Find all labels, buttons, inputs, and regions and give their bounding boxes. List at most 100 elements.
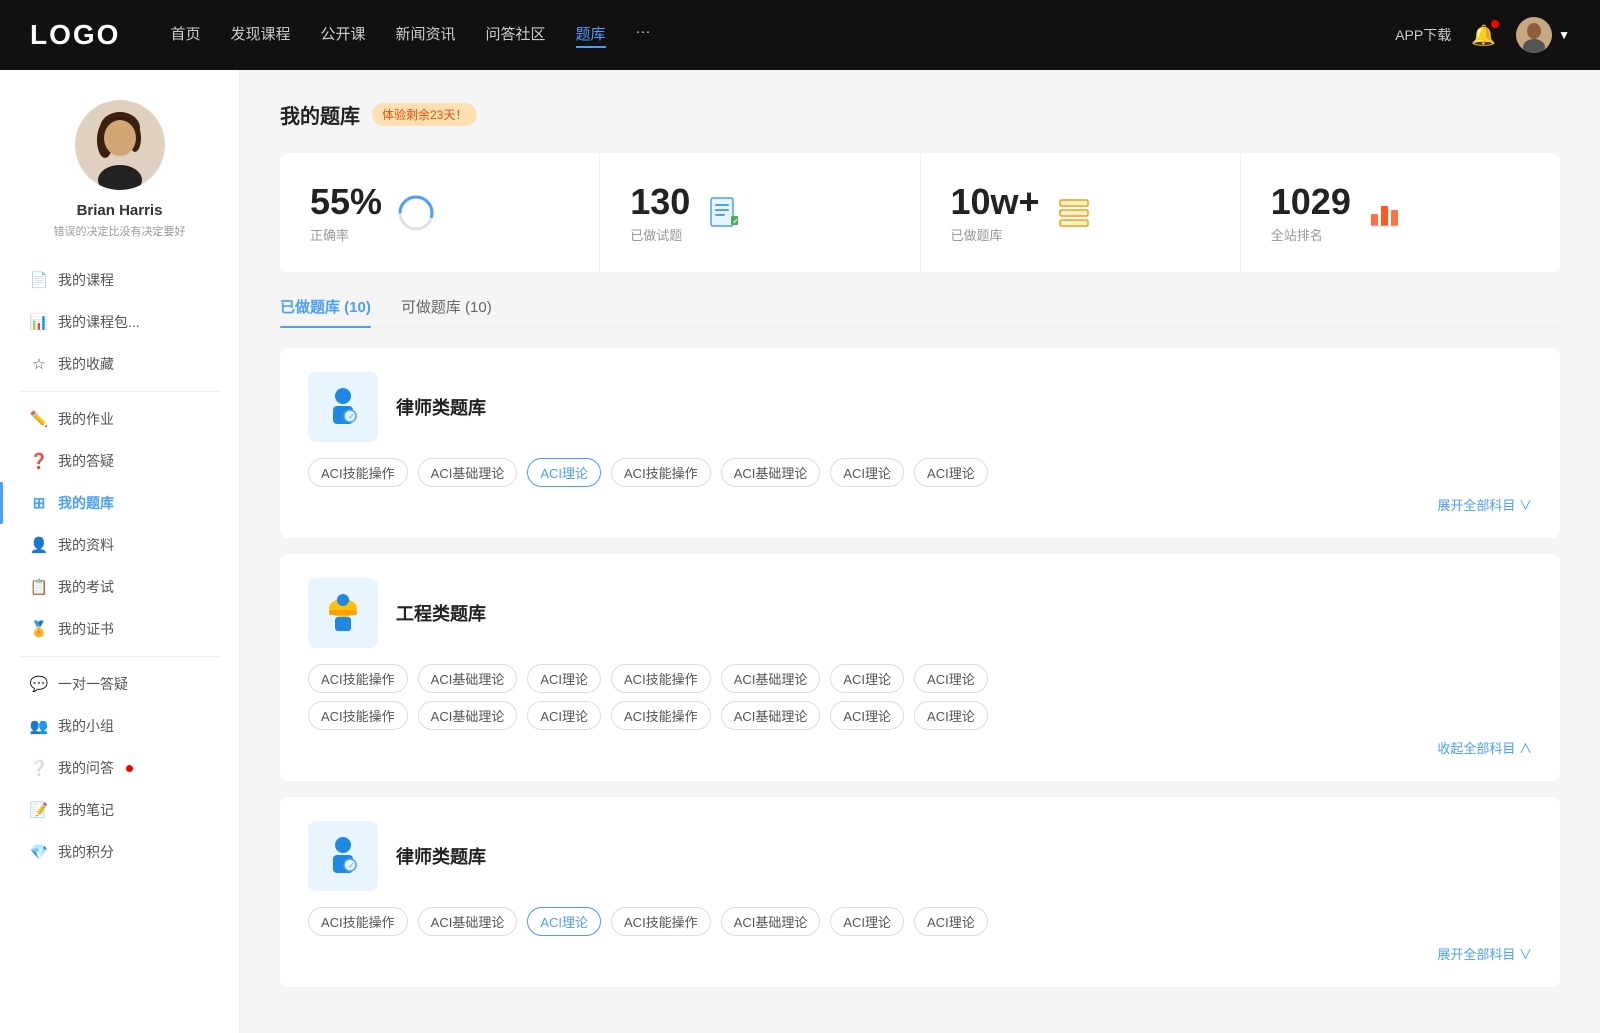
stat-accuracy: 55% 正确率 (280, 153, 600, 272)
tag-lawyer2-3[interactable]: ACI技能操作 (611, 907, 711, 936)
tag-eng2-4[interactable]: ACI基础理论 (721, 701, 821, 730)
nav-qa[interactable]: 问答社区 (486, 23, 546, 48)
tag-lawyer1-2[interactable]: ACI理论 (527, 458, 601, 487)
nav-discover[interactable]: 发现课程 (230, 23, 290, 48)
sidebar-item-points[interactable]: 💎 我的积分 (0, 831, 239, 873)
tag-eng1-1[interactable]: ACI基础理论 (418, 664, 518, 693)
tag-lawyer1-1[interactable]: ACI基础理论 (418, 458, 518, 487)
tag-lawyer1-3[interactable]: ACI技能操作 (611, 458, 711, 487)
tab-available[interactable]: 可做题库 (10) (401, 296, 492, 327)
sidebar-item-exam[interactable]: 📋 我的考试 (0, 566, 239, 608)
tag-lawyer2-5[interactable]: ACI理论 (830, 907, 904, 936)
group-icon: 👥 (30, 717, 48, 735)
sidebar-item-homework[interactable]: ✏️ 我的作业 (0, 398, 239, 440)
nav-qbank[interactable]: 题库 (576, 23, 606, 48)
tab-done[interactable]: 已做题库 (10) (280, 296, 371, 327)
tag-eng1-5[interactable]: ACI理论 (830, 664, 904, 693)
trial-badge: 体验剩余23天！ (372, 103, 477, 126)
notification-badge (1491, 20, 1499, 28)
stat-banks: 10w+ 已做题库 (921, 153, 1241, 272)
tag-lawyer1-5[interactable]: ACI理论 (830, 458, 904, 487)
stat-accuracy-value: 55% (310, 181, 382, 223)
nav-more[interactable]: ··· (636, 23, 651, 48)
tag-lawyer1-0[interactable]: ACI技能操作 (308, 458, 408, 487)
svg-text:✓: ✓ (348, 861, 355, 870)
qbank-card-lawyer-2: ✓ 律师类题库 ACI技能操作 ACI基础理论 ACI理论 ACI技能操作 AC… (280, 797, 1560, 987)
qa-icon: ❔ (30, 759, 48, 777)
sidebar-username: Brian Harris (77, 202, 163, 219)
stat-accuracy-label: 正确率 (310, 225, 382, 244)
tag-lawyer2-6[interactable]: ACI理论 (914, 907, 988, 936)
qbank-card-engineer: 工程类题库 ACI技能操作 ACI基础理论 ACI理论 ACI技能操作 ACI基… (280, 554, 1560, 781)
tag-eng2-6[interactable]: ACI理论 (914, 701, 988, 730)
notification-bell[interactable]: 🔔 (1471, 23, 1496, 48)
app-download-btn[interactable]: APP下载 (1395, 25, 1451, 45)
cert-icon: 🏅 (30, 620, 48, 638)
user-icon: 👤 (30, 536, 48, 554)
nav-news[interactable]: 新闻资讯 (396, 23, 456, 48)
sidebar-item-course-package[interactable]: 📊 我的课程包... (0, 301, 239, 343)
stat-rank-value: 1029 (1271, 181, 1351, 223)
sidebar-item-my-course[interactable]: 📄 我的课程 (0, 259, 239, 301)
stat-questions-value: 130 (630, 181, 690, 223)
tag-lawyer1-4[interactable]: ACI基础理论 (721, 458, 821, 487)
tag-lawyer2-4[interactable]: ACI基础理论 (721, 907, 821, 936)
qa-badge (126, 765, 133, 772)
sidebar-item-qbank[interactable]: ⊞ 我的题库 (0, 482, 239, 524)
sidebar-item-group[interactable]: 👥 我的小组 (0, 705, 239, 747)
tag-eng2-2[interactable]: ACI理论 (527, 701, 601, 730)
user-avatar-wrap[interactable]: ▼ (1516, 17, 1570, 53)
tag-eng1-6[interactable]: ACI理论 (914, 664, 988, 693)
sidebar-motto: 错误的决定比没有决定要好 (54, 223, 186, 239)
tags-row-lawyer-2: ACI技能操作 ACI基础理论 ACI理论 ACI技能操作 ACI基础理论 AC… (308, 907, 1532, 936)
tabs-row: 已做题库 (10) 可做题库 (10) (280, 296, 1560, 328)
doc-list-icon: ✓ (706, 195, 742, 231)
lawyer-icon-wrap-2: ✓ (308, 821, 378, 891)
tags-row-lawyer-1: ACI技能操作 ACI基础理论 ACI理论 ACI技能操作 ACI基础理论 AC… (308, 458, 1532, 487)
svg-text:✓: ✓ (733, 218, 739, 225)
tag-eng1-4[interactable]: ACI基础理论 (721, 664, 821, 693)
tag-eng2-0[interactable]: ACI技能操作 (308, 701, 408, 730)
collapse-link-engineer[interactable]: 收起全部科目 ∧ (308, 738, 1532, 757)
tag-lawyer2-1[interactable]: ACI基础理论 (418, 907, 518, 936)
sidebar-item-profile[interactable]: 👤 我的资料 (0, 524, 239, 566)
tag-eng2-1[interactable]: ACI基础理论 (418, 701, 518, 730)
tag-eng2-5[interactable]: ACI理论 (830, 701, 904, 730)
tag-eng2-3[interactable]: ACI技能操作 (611, 701, 711, 730)
sidebar-item-my-qa[interactable]: ❔ 我的问答 (0, 747, 239, 789)
sidebar-item-favorites[interactable]: ☆ 我的收藏 (0, 343, 239, 385)
tag-lawyer2-0[interactable]: ACI技能操作 (308, 907, 408, 936)
tag-lawyer2-2[interactable]: ACI理论 (527, 907, 601, 936)
nav-home[interactable]: 首页 (170, 23, 200, 48)
header-right: APP下载 🔔 ▼ (1395, 17, 1570, 53)
tag-eng1-2[interactable]: ACI理论 (527, 664, 601, 693)
stat-banks-value: 10w+ (951, 181, 1040, 223)
sidebar-item-notes[interactable]: 📝 我的笔记 (0, 789, 239, 831)
main-content: 我的题库 体验剩余23天！ 55% 正确率 (240, 70, 1600, 1033)
nav-open-course[interactable]: 公开课 (320, 23, 365, 48)
sidebar-item-certificate[interactable]: 🏅 我的证书 (0, 608, 239, 650)
score-icon: 💎 (30, 843, 48, 861)
engineer-icon-wrap (308, 578, 378, 648)
sidebar: Brian Harris 错误的决定比没有决定要好 📄 我的课程 📊 我的课程包… (0, 70, 240, 1033)
stat-rank: 1029 全站排名 (1241, 153, 1560, 272)
file-icon: 📄 (30, 271, 48, 289)
stats-row: 55% 正确率 130 已做试题 (280, 153, 1560, 272)
expand-link-lawyer-1[interactable]: 展开全部科目 ∨ (308, 495, 1532, 514)
tag-eng1-0[interactable]: ACI技能操作 (308, 664, 408, 693)
divider-2 (20, 656, 219, 657)
chat-icon: 💬 (30, 675, 48, 693)
expand-link-lawyer-2[interactable]: 展开全部科目 ∨ (308, 944, 1532, 963)
sidebar-item-qa[interactable]: ❓ 我的答疑 (0, 440, 239, 482)
stat-questions-label: 已做试题 (630, 225, 690, 244)
tag-eng1-3[interactable]: ACI技能操作 (611, 664, 711, 693)
edit-icon: ✏️ (30, 410, 48, 428)
lawyer-icon-wrap: ✓ (308, 372, 378, 442)
qbank-title-engineer: 工程类题库 (396, 600, 486, 626)
tags-row-eng-2: ACI技能操作 ACI基础理论 ACI理论 ACI技能操作 ACI基础理论 AC… (308, 701, 1532, 730)
list-icon (1056, 195, 1092, 231)
stat-banks-label: 已做题库 (951, 225, 1040, 244)
sidebar-item-one-on-one[interactable]: 💬 一对一答疑 (0, 663, 239, 705)
tag-lawyer1-6[interactable]: ACI理论 (914, 458, 988, 487)
main-nav: 首页 发现课程 公开课 新闻资讯 问答社区 题库 ··· (170, 23, 1395, 48)
